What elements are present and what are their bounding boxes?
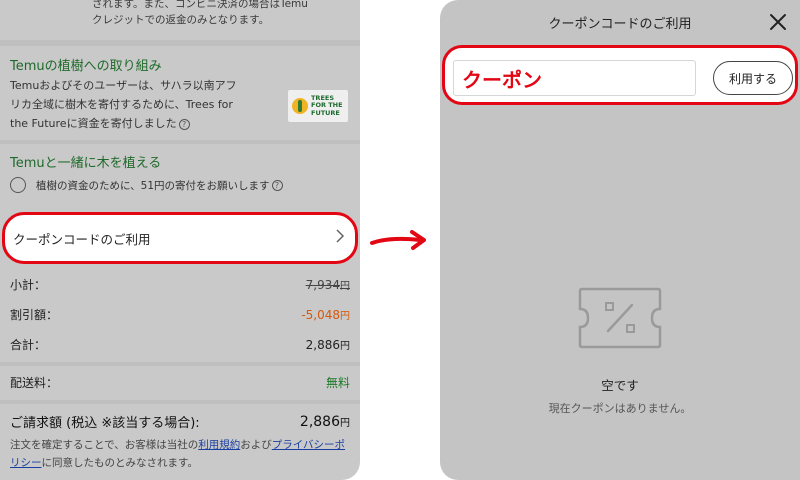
tree-desc-line-3: the Futureに資金を寄付しました? (10, 114, 280, 133)
modal-title: クーポンコードのご利用 (548, 16, 692, 32)
billing-label: ご請求額 (税込 ※該当する場合): (10, 416, 200, 431)
tree-desc-line-1: Temuおよびそのユーザーは、サハラ以南アフ (10, 79, 237, 92)
yen-unit: 円 (340, 311, 350, 322)
discount-label: 割引額： (10, 308, 59, 322)
subtotal-label: 小計： (10, 278, 47, 292)
subtotal-amount: 7,934 (305, 278, 340, 292)
terms-link[interactable]: 利用規約 (198, 439, 240, 451)
plant-tree-title: Temuと一緒に木を植える (10, 156, 162, 171)
discount-amount: -5,048 (301, 308, 340, 322)
apply-coupon-button[interactable]: 利用する (713, 61, 793, 95)
chevron-right-icon (335, 229, 345, 247)
payment-note-line-1: されます。また、コンビニ決済の場合はTemu (92, 0, 308, 10)
legal-text-2: および (240, 439, 272, 451)
help-icon[interactable]: ? (178, 118, 190, 130)
tree-initiative-title: Temuの植樹への取り組み (10, 59, 162, 74)
tree-desc-line-3-text: the Futureに資金を寄付しました (10, 117, 177, 130)
discount-value: -5,048円 (301, 307, 350, 322)
trees-for-the-future-logo: TREES FOR THE FUTURE (288, 90, 348, 122)
donation-text: 植樹の資金のために、51円の寄付をお願いします (36, 179, 270, 192)
coupon-code-row[interactable]: クーポンコードのご利用 (2, 212, 358, 264)
yen-unit: 円 (340, 417, 350, 429)
empty-state-title: 空です (601, 378, 639, 393)
billing-amount: 2,886 (299, 413, 340, 430)
total-value: 2,886円 (306, 337, 350, 352)
logo-text: TREES FOR THE FUTURE (311, 94, 343, 118)
donation-radio[interactable] (10, 177, 26, 193)
divider (0, 400, 360, 404)
checkout-panel: されます。また、コンビニ決済の場合はTemu クレジットでの返金のみとなります。… (0, 0, 360, 480)
legal-text-1: 注文を確定することで、お客様は当社の (10, 439, 199, 451)
close-icon[interactable] (768, 12, 788, 32)
divider (0, 362, 360, 366)
curved-arrow-right-icon (370, 230, 426, 250)
discount-row: 割引額： -5,048円 (10, 306, 350, 323)
coupon-code-input[interactable] (453, 60, 696, 96)
shipping-value: 無料 (325, 376, 350, 390)
coupon-modal: クーポンコードのご利用 利用する 空です 現在クーポンはありません。 (440, 0, 800, 480)
subtotal-row: 小計： 7,934円 (10, 276, 350, 293)
leaf-icon (292, 98, 308, 114)
total-row: 合計： 2,886円 (10, 336, 350, 353)
yen-unit: 円 (340, 281, 350, 292)
payment-note: されます。また、コンビニ決済の場合はTemu クレジットでの返金のみとなります。 (0, 0, 360, 40)
coupon-ticket-icon (578, 287, 662, 349)
billing-row: ご請求額 (税込 ※該当する場合): 2,886円 (10, 412, 350, 432)
plant-tree-option[interactable]: 植樹の資金のために、51円の寄付をお願いします ? (10, 177, 283, 193)
legal-notice: 注文を確定することで、お客様は当社の利用規約およびプライバシーポリシーに同意した… (10, 436, 350, 472)
shipping-label: 配送料： (10, 376, 59, 390)
divider (0, 140, 360, 144)
billing-value: 2,886円 (300, 414, 350, 430)
empty-state-message: 現在クーポンはありません。 (548, 402, 692, 415)
legal-text-3: に同意したものとみなされます。 (41, 457, 198, 469)
shipping-row: 配送料： 無料 (10, 374, 350, 391)
subtotal-value: 7,934円 (306, 277, 350, 292)
tree-initiative-description: Temuおよびそのユーザーは、サハラ以南アフ リカ全域に樹木を寄付するために、T… (10, 76, 280, 133)
total-amount: 2,886 (305, 338, 340, 352)
coupon-code-label: クーポンコードのご利用 (13, 231, 151, 247)
tree-desc-line-2: リカ全域に樹木を寄付するために、Trees for (10, 98, 233, 111)
modal-header: クーポンコードのご利用 (440, 0, 800, 44)
divider (0, 40, 360, 46)
help-icon[interactable]: ? (271, 179, 283, 191)
total-label: 合計： (10, 338, 47, 352)
payment-note-line-2: クレジットでの返金のみとなります。 (92, 14, 270, 26)
logo-text-3: FUTURE (311, 108, 340, 117)
coupon-input-highlight: 利用する (442, 45, 798, 105)
yen-unit: 円 (340, 341, 350, 352)
